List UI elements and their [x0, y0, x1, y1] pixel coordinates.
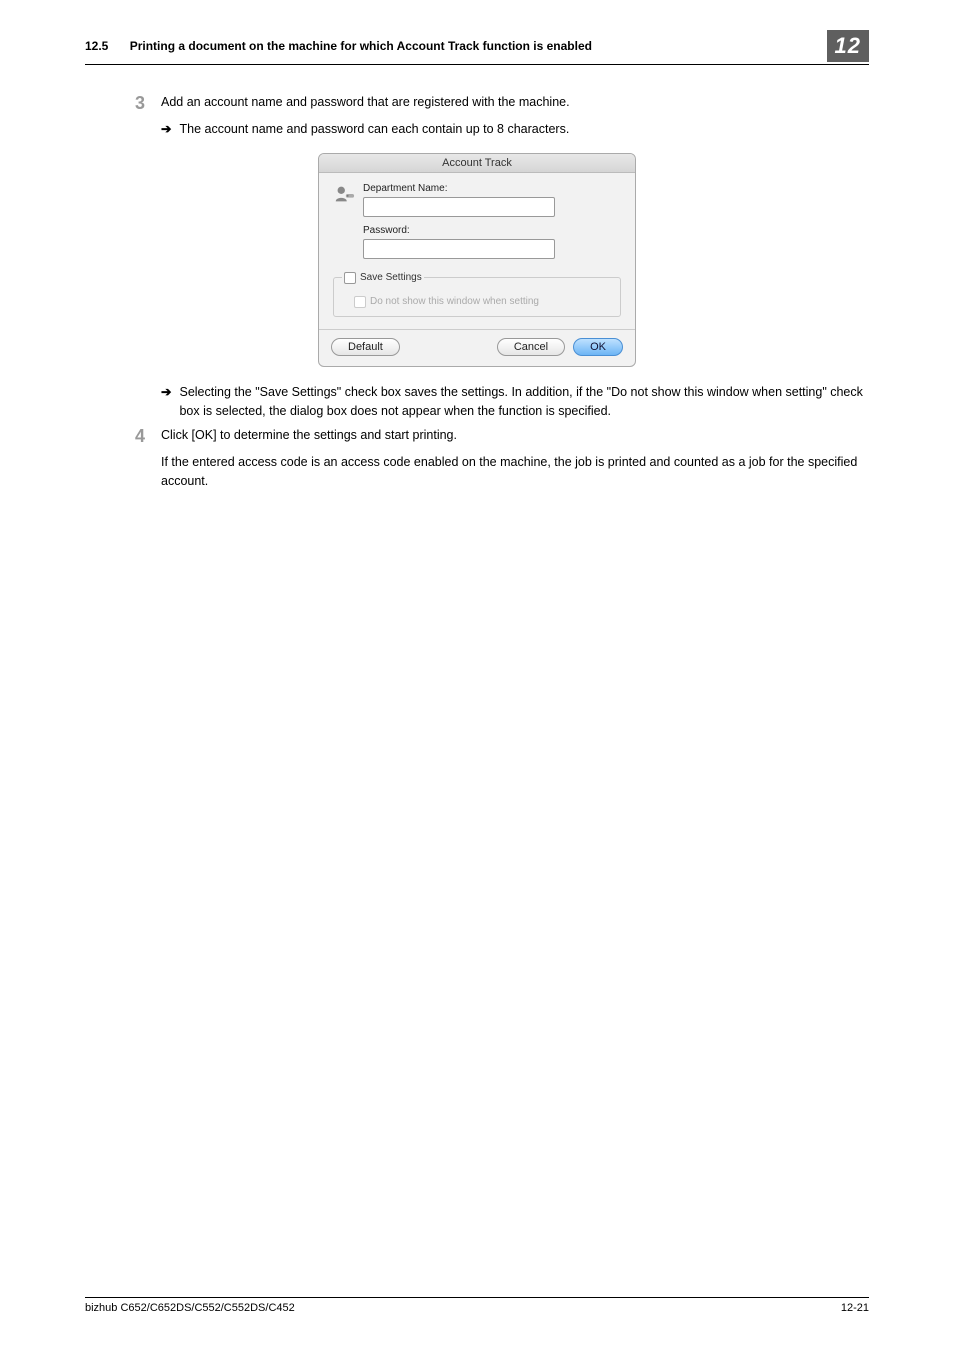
header-title: 12.5 Printing a document on the machine …: [85, 39, 592, 53]
user-key-icon: [333, 183, 355, 205]
ok-button[interactable]: OK: [573, 338, 623, 356]
step-number: 4: [135, 426, 161, 447]
step-3-subpoint-a: ➔ The account name and password can each…: [161, 120, 869, 139]
account-track-dialog: Account Track Department Name:: [318, 153, 636, 367]
save-settings-checkbox[interactable]: [344, 272, 356, 284]
sub-text: The account name and password can each c…: [179, 120, 569, 139]
footer-model: bizhub C652/C652DS/C552/C552DS/C452: [85, 1302, 295, 1314]
footer-page: 12-21: [841, 1302, 869, 1314]
do-not-show-checkbox[interactable]: [354, 296, 366, 308]
password-input[interactable]: [363, 239, 555, 259]
step-3-subpoint-b: ➔ Selecting the "Save Settings" check bo…: [161, 383, 869, 421]
step-4: 4 Click [OK] to determine the settings a…: [135, 426, 869, 490]
arrow-icon: ➔: [161, 120, 171, 139]
section-title: Printing a document on the machine for w…: [130, 39, 592, 53]
password-label: Password:: [363, 225, 621, 236]
step-text-a: Click [OK] to determine the settings and…: [161, 426, 869, 445]
save-settings-label: Save Settings: [360, 272, 422, 283]
department-name-label: Department Name:: [363, 183, 621, 194]
save-settings-group: Save Settings Do not show this window wh…: [333, 277, 621, 317]
default-button[interactable]: Default: [331, 338, 400, 356]
sub-text: Selecting the "Save Settings" check box …: [179, 383, 869, 421]
department-name-input[interactable]: [363, 197, 555, 217]
section-number: 12.5: [85, 39, 108, 53]
page-header: 12.5 Printing a document on the machine …: [85, 30, 869, 65]
do-not-show-label: Do not show this window when setting: [370, 296, 539, 307]
arrow-icon: ➔: [161, 383, 171, 421]
step-3: 3 Add an account name and password that …: [135, 93, 869, 114]
cancel-button[interactable]: Cancel: [497, 338, 565, 356]
chapter-badge: 12: [827, 30, 869, 62]
step-text: Add an account name and password that ar…: [161, 93, 869, 112]
step-number: 3: [135, 93, 161, 114]
dialog-title: Account Track: [319, 154, 635, 173]
step-text-b: If the entered access code is an access …: [161, 453, 869, 491]
page-footer: bizhub C652/C652DS/C552/C552DS/C452 12-2…: [85, 1297, 869, 1314]
